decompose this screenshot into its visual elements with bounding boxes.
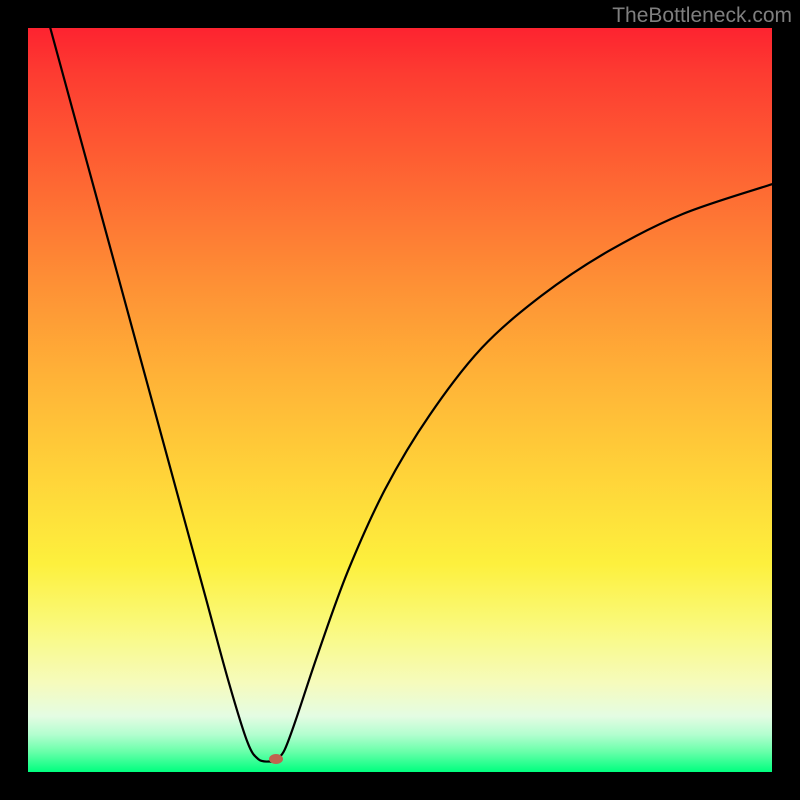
watermark-label: TheBottleneck.com <box>612 4 792 28</box>
chart-frame: TheBottleneck.com <box>0 0 800 800</box>
curve-layer <box>28 28 772 772</box>
optimal-point-marker <box>269 754 283 764</box>
plot-area <box>28 28 772 772</box>
bottleneck-curve <box>50 28 772 762</box>
